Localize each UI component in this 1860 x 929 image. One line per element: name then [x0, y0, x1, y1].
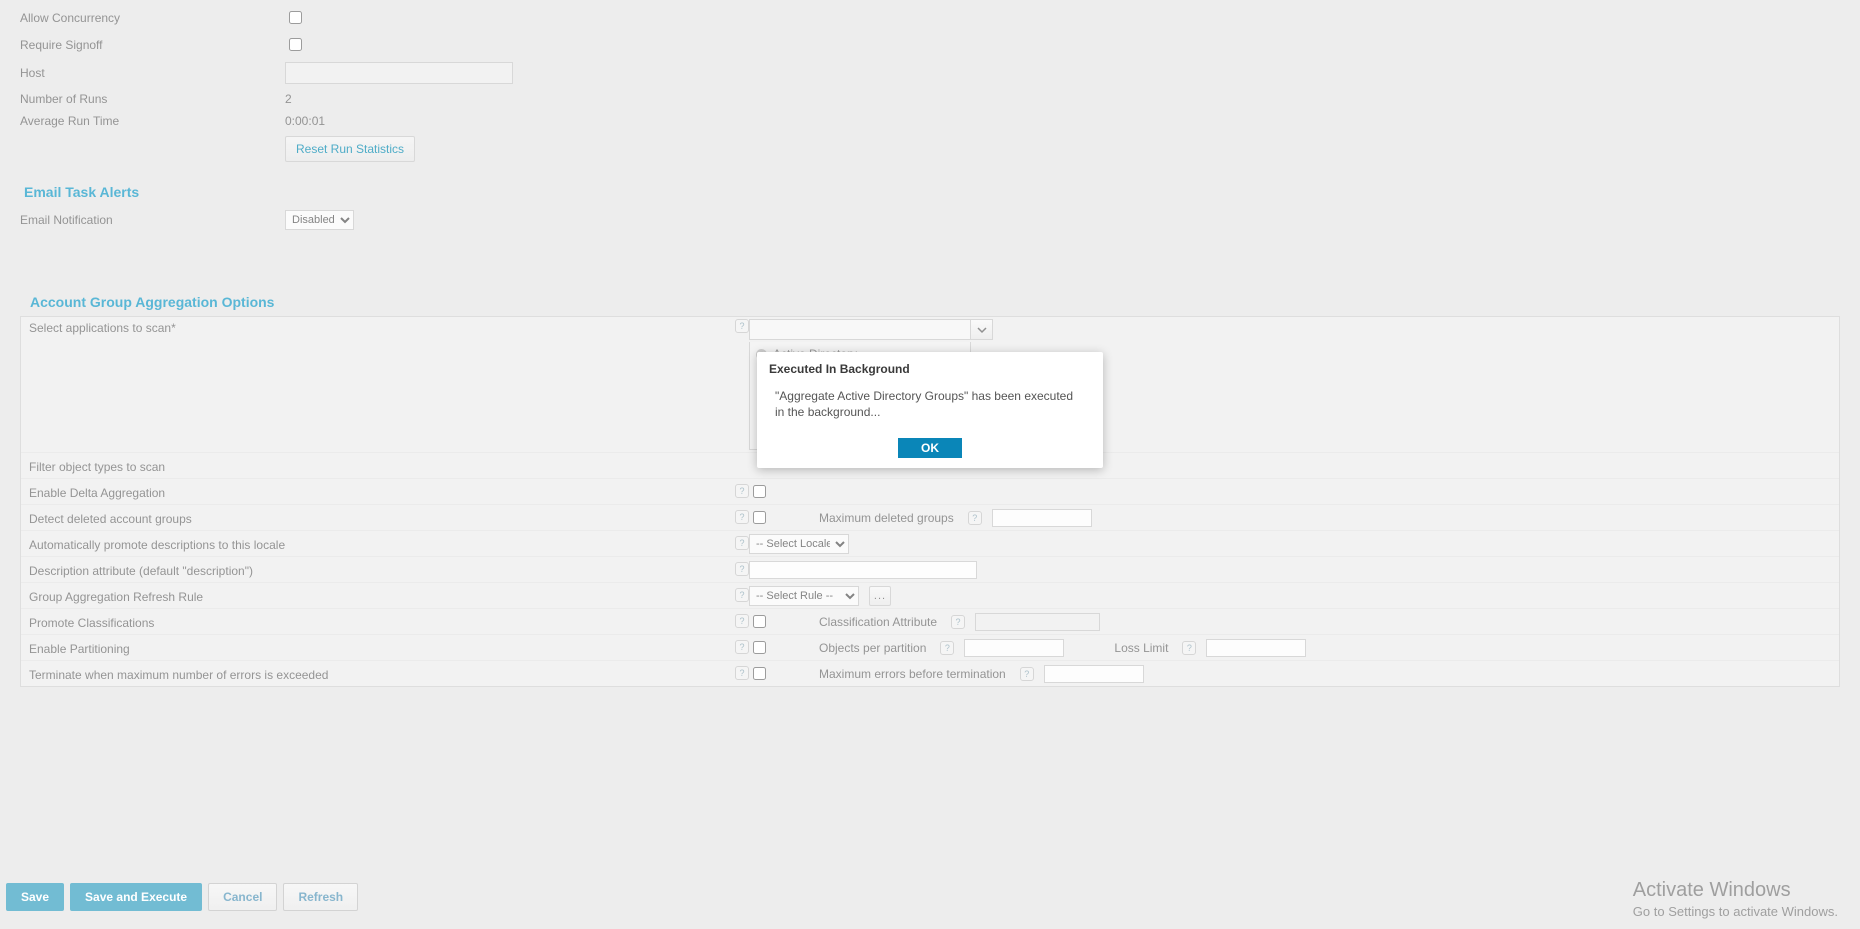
- label-loss-limit: Loss Limit: [1114, 641, 1168, 655]
- row-host: Host: [20, 58, 1840, 88]
- row-require-signoff: Require Signoff: [20, 31, 1840, 58]
- input-host[interactable]: [285, 62, 513, 84]
- value-number-of-runs: 2: [285, 92, 292, 106]
- row-detect-deleted: Detect deleted account groups ? Maximum …: [21, 504, 1839, 530]
- help-icon[interactable]: ?: [735, 562, 749, 576]
- row-reset-run-stats: Reset Run Statistics: [20, 132, 1840, 166]
- help-icon[interactable]: ?: [735, 666, 749, 680]
- row-refresh-rule: Group Aggregation Refresh Rule ? -- Sele…: [21, 582, 1839, 608]
- input-max-deleted-groups[interactable]: [992, 509, 1092, 527]
- help-icon[interactable]: ?: [735, 640, 749, 654]
- row-desc-attribute: Description attribute (default "descript…: [21, 556, 1839, 582]
- label-classification-attribute: Classification Attribute: [819, 615, 937, 629]
- help-icon[interactable]: ?: [735, 588, 749, 602]
- refresh-button[interactable]: Refresh: [283, 883, 358, 911]
- label-detect-deleted: Detect deleted account groups: [29, 510, 731, 526]
- help-icon[interactable]: ?: [735, 614, 749, 628]
- checkbox-promote-classifications[interactable]: [753, 615, 766, 628]
- label-promote-classifications: Promote Classifications: [29, 614, 731, 630]
- checkbox-require-signoff[interactable]: [289, 38, 302, 51]
- help-icon[interactable]: ?: [1182, 641, 1196, 655]
- label-desc-attribute: Description attribute (default "descript…: [29, 562, 731, 578]
- select-locale[interactable]: -- Select Locale --: [749, 534, 849, 554]
- help-icon[interactable]: ?: [1020, 667, 1034, 681]
- refresh-rule-picker-button[interactable]: ...: [869, 586, 891, 606]
- row-enable-delta: Enable Delta Aggregation ?: [21, 478, 1839, 504]
- heading-aggregation-options: Account Group Aggregation Options: [30, 294, 1840, 310]
- row-terminate: Terminate when maximum number of errors …: [21, 660, 1839, 686]
- checkbox-detect-deleted[interactable]: [753, 511, 766, 524]
- row-allow-concurrency: Allow Concurrency: [20, 4, 1840, 31]
- input-loss-limit[interactable]: [1206, 639, 1306, 657]
- label-require-signoff: Require Signoff: [20, 38, 285, 52]
- row-promote-classifications: Promote Classifications ? Classification…: [21, 608, 1839, 634]
- label-refresh-rule: Group Aggregation Refresh Rule: [29, 588, 731, 604]
- reset-run-statistics-button[interactable]: Reset Run Statistics: [285, 136, 415, 162]
- footer-buttons: Save Save and Execute Cancel Refresh: [6, 883, 358, 911]
- select-refresh-rule[interactable]: -- Select Rule --: [749, 586, 859, 606]
- help-icon[interactable]: ?: [735, 536, 749, 550]
- top-form-area: Allow Concurrency Require Signoff Host N…: [0, 0, 1860, 687]
- help-icon[interactable]: ?: [735, 319, 749, 333]
- help-icon[interactable]: ?: [735, 484, 749, 498]
- label-enable-partitioning: Enable Partitioning: [29, 640, 731, 656]
- row-enable-partitioning: Enable Partitioning ? Objects per partit…: [21, 634, 1839, 660]
- row-auto-promote: Automatically promote descriptions to th…: [21, 530, 1839, 556]
- help-icon[interactable]: ?: [940, 641, 954, 655]
- input-max-errors[interactable]: [1044, 665, 1144, 683]
- label-number-of-runs: Number of Runs: [20, 92, 285, 106]
- applications-combo[interactable]: [749, 319, 971, 340]
- input-desc-attribute[interactable]: [749, 561, 977, 579]
- label-allow-concurrency: Allow Concurrency: [20, 11, 285, 25]
- label-enable-delta: Enable Delta Aggregation: [29, 484, 731, 500]
- label-host: Host: [20, 66, 285, 80]
- row-number-of-runs: Number of Runs 2: [20, 88, 1840, 110]
- applications-combo-input[interactable]: [750, 320, 970, 339]
- help-icon[interactable]: ?: [968, 511, 982, 525]
- label-terminate: Terminate when maximum number of errors …: [29, 666, 731, 682]
- label-max-errors: Maximum errors before termination: [819, 667, 1006, 681]
- input-classification-attribute[interactable]: [975, 613, 1100, 631]
- save-and-execute-button[interactable]: Save and Execute: [70, 883, 202, 911]
- label-filter-object-types: Filter object types to scan: [29, 458, 749, 474]
- label-average-run-time: Average Run Time: [20, 114, 285, 128]
- checkbox-enable-partitioning[interactable]: [753, 641, 766, 654]
- cancel-button[interactable]: Cancel: [208, 883, 277, 911]
- label-select-applications: Select applications to scan*: [29, 319, 731, 335]
- executed-in-background-dialog: Executed In Background "Aggregate Active…: [757, 352, 1103, 468]
- label-max-deleted-groups: Maximum deleted groups: [819, 511, 954, 525]
- save-button[interactable]: Save: [6, 883, 64, 911]
- checkbox-enable-delta[interactable]: [753, 485, 766, 498]
- label-objects-per-partition: Objects per partition: [819, 641, 926, 655]
- help-icon[interactable]: ?: [735, 510, 749, 524]
- heading-email-task-alerts: Email Task Alerts: [24, 184, 1840, 200]
- value-average-run-time: 0:00:01: [285, 114, 325, 128]
- help-icon[interactable]: ?: [951, 615, 965, 629]
- label-email-notification: Email Notification: [20, 213, 285, 227]
- row-average-run-time: Average Run Time 0:00:01: [20, 110, 1840, 132]
- applications-combo-dropdown-button[interactable]: [971, 319, 993, 340]
- chevron-down-icon: [977, 325, 987, 335]
- dialog-body: "Aggregate Active Directory Groups" has …: [767, 388, 1093, 438]
- label-auto-promote: Automatically promote descriptions to th…: [29, 536, 731, 552]
- watermark-title: Activate Windows: [1633, 879, 1838, 902]
- input-objects-per-partition[interactable]: [964, 639, 1064, 657]
- dialog-title: Executed In Background: [767, 362, 1093, 388]
- checkbox-allow-concurrency[interactable]: [289, 11, 302, 24]
- checkbox-terminate[interactable]: [753, 667, 766, 680]
- watermark-subtitle: Go to Settings to activate Windows.: [1633, 904, 1838, 919]
- row-email-notification: Email Notification Disabled: [20, 206, 1840, 234]
- dialog-ok-button[interactable]: OK: [898, 438, 962, 458]
- select-email-notification[interactable]: Disabled: [285, 210, 354, 230]
- windows-activation-watermark: Activate Windows Go to Settings to activ…: [1633, 879, 1838, 919]
